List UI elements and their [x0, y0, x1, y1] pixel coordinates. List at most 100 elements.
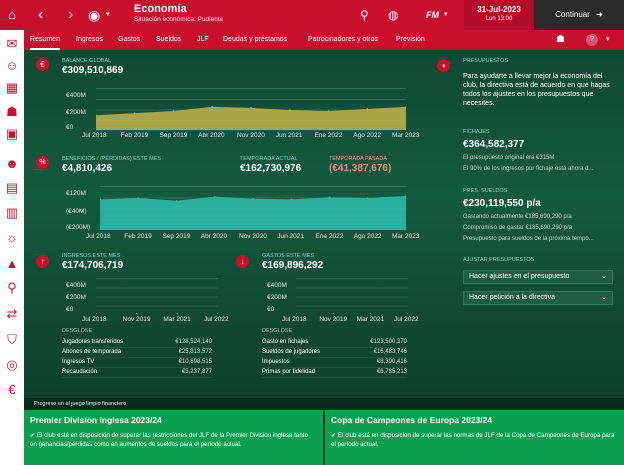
profit-ytick: €120M: [66, 190, 86, 197]
board-request-dropdown[interactable]: Hacer petición a la directiva ⌄: [463, 291, 613, 305]
data-point: [366, 108, 369, 110]
training-icon[interactable]: ▲: [4, 256, 20, 272]
balance-ytick: €200M: [66, 109, 86, 116]
expenses-value: €169,896,292: [262, 260, 324, 271]
tab-prevision[interactable]: Previsión: [396, 30, 425, 50]
continue-button[interactable]: Continuar ➜: [534, 0, 624, 30]
footer: Premier Division inglesa 2023/24 ✔ El cl…: [24, 410, 624, 465]
row-name: Ingresos TV: [62, 359, 95, 365]
x-tick-label: Jun 2021: [277, 233, 304, 240]
profit-value: €4,810,426: [62, 163, 113, 174]
top-bar: ‹ › ◉ ▾ Economía Situación económica: Pu…: [24, 0, 624, 30]
home-icon: ⌂: [8, 7, 16, 22]
data-point: [250, 107, 252, 109]
transfer-note-2: El 90% de los ingresos por fichaje está …: [463, 166, 594, 172]
data-point: [366, 197, 369, 199]
table-row: Gasto en fichajes €123,500,370: [262, 338, 407, 348]
help-icon[interactable]: ?: [586, 34, 598, 46]
current-time: Lun 13:00: [485, 16, 513, 22]
profit-ytick: (€200M): [66, 224, 91, 231]
transfer-note-1: El presupuesto original era €315M: [463, 155, 555, 161]
data-point: [133, 112, 136, 114]
expenses-label: Gastos este mes: [262, 253, 315, 259]
x-tick-label: Abr 2020: [198, 132, 225, 139]
adjust-budget-dropdown-label: Hacer ajustes en el presupuesto: [469, 273, 570, 280]
profit-icon: %: [36, 156, 49, 169]
balance-label: Balance global: [62, 58, 112, 64]
x-tick-label: Feb 2019: [124, 233, 152, 240]
wage-budget-label: Pres. sueldos: [463, 188, 508, 194]
data-point: [327, 110, 330, 112]
ffp-league-title: Premier Division inglesa 2023/24: [30, 415, 162, 425]
people-icon[interactable]: ☗: [556, 30, 565, 50]
fm-chevron-icon[interactable]: ▾: [444, 0, 448, 30]
row-value: €123,500,370: [370, 339, 407, 345]
sidebar-home[interactable]: ⌂: [0, 0, 24, 30]
search-icon[interactable]: ⚲: [360, 0, 369, 30]
fm-logo-icon[interactable]: FM: [426, 0, 439, 30]
x-tick-label: Jul 2018: [82, 132, 107, 139]
adjust-budget-dropdown[interactable]: Hacer ajustes en el presupuesto ⌄: [463, 270, 613, 284]
search-icon[interactable]: ⚲: [4, 280, 20, 296]
chevron-down-icon[interactable]: ▾: [106, 0, 110, 30]
team-icon[interactable]: ☻: [4, 156, 20, 172]
expenses-arrow-icon: ↓: [236, 255, 249, 268]
data-point: [296, 313, 297, 314]
tab-ingresos[interactable]: Ingresos: [76, 30, 103, 50]
budget-intro: Para ayudarte a llevar mejor la economía…: [463, 73, 610, 107]
row-value: €128,524,140: [175, 339, 212, 345]
club-icon[interactable]: ⛉: [4, 332, 20, 348]
x-tick-label: Sep 2019: [159, 132, 188, 139]
check-icon: ✔: [331, 432, 338, 439]
ffp-europe-text: ✔ El club está en disposición de superar…: [331, 431, 616, 449]
data-point: [252, 197, 254, 200]
tactics-icon[interactable]: ▣: [4, 126, 20, 142]
table-row: Jugadores transferidos €128,524,140: [62, 338, 212, 348]
income-breakdown-table: Jugadores transferidos €128,524,140 Abono…: [62, 338, 212, 378]
table-row: Impuestos €8,390,416: [262, 358, 407, 368]
profit-chart: [100, 186, 406, 230]
table-row: Recaudación €5,237,877: [62, 368, 212, 378]
income-ytick: €200M: [66, 294, 86, 301]
x-tick-label: Ene 2022: [315, 233, 344, 240]
tab-sueldos[interactable]: Sueldos: [156, 30, 181, 50]
calendar-icon[interactable]: ▦: [4, 80, 20, 96]
income-ytick: €400M: [66, 282, 86, 289]
globe-icon[interactable]: ◍: [388, 0, 398, 30]
expenses-ytick: €400M: [267, 282, 287, 289]
continue-arrow-icon: ➜: [596, 10, 603, 19]
club-badge-icon[interactable]: ◉: [88, 0, 100, 30]
squad-icon[interactable]: ☺: [4, 58, 20, 74]
income-value: €174,706,719: [62, 260, 124, 271]
data-icon[interactable]: ▤: [4, 180, 20, 196]
x-tick-label: Jul 2022: [394, 316, 419, 323]
money-icon[interactable]: €: [4, 382, 20, 398]
balance-chart: [96, 88, 406, 130]
wage-note-3: Presupuesto para sueldos de la próxima t…: [463, 236, 594, 242]
data-point: [328, 196, 331, 199]
transfers-icon[interactable]: ⇄: [4, 306, 20, 322]
ffp-europe-title: Copa de Campeones de Europa 2023/24: [331, 415, 493, 425]
x-tick-label: Mar 2021: [163, 316, 191, 323]
world-icon[interactable]: ◎: [4, 357, 20, 373]
tab-gastos[interactable]: Gastos: [118, 30, 140, 50]
balance-value: €309,510,869: [62, 65, 124, 76]
tab-deudas[interactable]: Deudas y préstamos: [223, 30, 287, 50]
tabs-chevron-icon[interactable]: ▾: [606, 30, 610, 50]
transfer-budget-label: Fichajes: [463, 129, 490, 135]
season-value: €162,730,976: [240, 163, 302, 174]
check-icon: ✔: [30, 432, 37, 439]
x-tick-label: Nov 2019: [122, 316, 151, 323]
wage-note-1: Gastando actualmente €185,690,290 p/a: [463, 214, 572, 220]
youth-icon[interactable]: ☼: [4, 230, 20, 246]
staff-icon[interactable]: ☗: [4, 104, 20, 120]
inbox-icon[interactable]: ✉: [4, 36, 20, 52]
tab-patrocinadores[interactable]: Patrocinadores y otros: [308, 30, 378, 50]
x-tick-label: Jul 2022: [204, 316, 229, 323]
tab-resumen[interactable]: Resumen: [30, 30, 60, 50]
forward-icon[interactable]: ›: [68, 0, 73, 30]
finance-icon[interactable]: ▥: [4, 205, 20, 221]
back-icon[interactable]: ‹: [38, 0, 43, 30]
x-tick-label: Jul 2018: [86, 233, 111, 240]
tab-jlf[interactable]: JLF: [197, 30, 209, 50]
